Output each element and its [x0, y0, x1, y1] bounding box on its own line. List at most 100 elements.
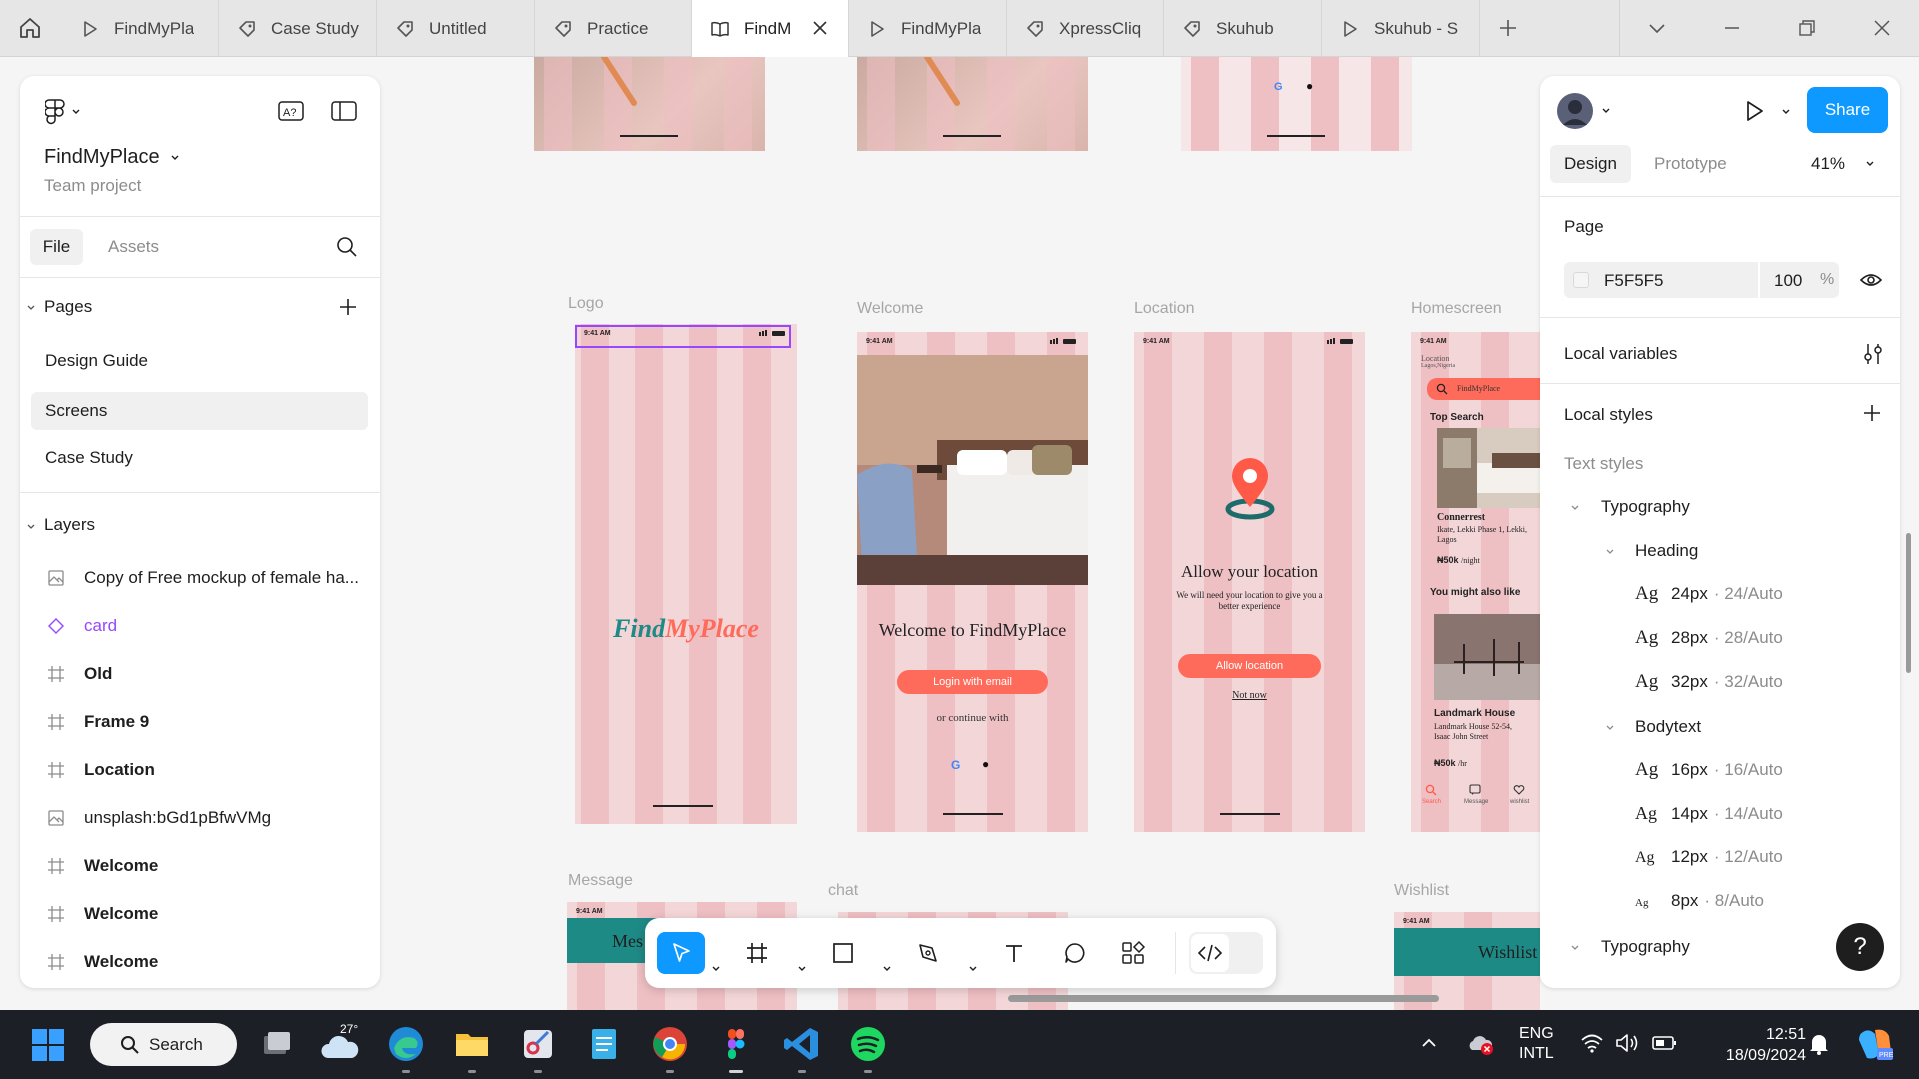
layer-row[interactable]: Old	[20, 650, 380, 698]
window-close-icon[interactable]	[1869, 15, 1895, 41]
figma-app-icon[interactable]	[716, 1024, 756, 1064]
frame-label-logo[interactable]: Logo	[568, 295, 604, 313]
typography-group-2[interactable]: Typography	[1601, 937, 1690, 957]
frame-top-2[interactable]	[857, 57, 1088, 151]
page-item-design-guide[interactable]: Design Guide	[31, 342, 368, 380]
page-item-case-study[interactable]: Case Study	[31, 439, 368, 477]
shape-tool-button[interactable]	[825, 932, 861, 974]
tab-assets[interactable]: Assets	[108, 229, 159, 265]
page-color-hex[interactable]: F5F5F5	[1604, 271, 1664, 291]
spotify-icon[interactable]	[848, 1024, 888, 1064]
layer-row[interactable]: Welcome	[20, 842, 380, 890]
frame-welcome[interactable]: 9:41 AM Welcome to FindMyPlace Login wit…	[857, 332, 1088, 832]
text-style-body-8[interactable]: Ag 8px · 8/Auto	[1635, 891, 1764, 911]
add-style-plus-icon[interactable]	[1862, 403, 1882, 423]
horizontal-scrollbar[interactable]	[1008, 995, 1439, 1002]
vscode-icon[interactable]	[782, 1024, 822, 1064]
layer-row[interactable]: Welcome	[20, 938, 380, 986]
page-item-screens[interactable]: Screens	[31, 392, 368, 430]
ui3-ai-icon[interactable]: A?	[278, 99, 304, 123]
chevron-down-icon[interactable]	[1570, 943, 1580, 953]
close-icon[interactable]	[810, 18, 830, 38]
tab-practice[interactable]: Practice	[535, 0, 692, 57]
system-tray-chevron-up-icon[interactable]	[1420, 1036, 1438, 1050]
volume-icon[interactable]	[1614, 1032, 1640, 1054]
frame-top-1[interactable]	[534, 57, 765, 151]
tab-untitled[interactable]: Untitled	[377, 0, 535, 57]
tab-xpresscliq[interactable]: XpressCliq	[1007, 0, 1164, 57]
text-style-body-16[interactable]: Ag 16px · 16/Auto	[1635, 759, 1783, 781]
page-color-field[interactable]: F5F5F5 100 %	[1564, 262, 1839, 298]
tab-skuhub-prototype[interactable]: Skuhub - S	[1322, 0, 1480, 57]
frame-logo[interactable]: 9:41 AM FindMyPlace	[575, 324, 797, 824]
present-options-chevron-icon[interactable]	[1781, 107, 1791, 117]
frame-tool-button[interactable]	[739, 932, 775, 974]
share-button[interactable]: Share	[1807, 87, 1888, 133]
onedrive-error-icon[interactable]	[1468, 1032, 1494, 1056]
text-style-body-14[interactable]: Ag 14px · 14/Auto	[1635, 803, 1783, 824]
page-color-swatch[interactable]	[1573, 272, 1589, 288]
restore-icon[interactable]	[1794, 15, 1820, 41]
tab-findmyplace-prototype-2[interactable]: FindMyPla	[849, 0, 1007, 57]
login-with-email-button[interactable]: Login with email	[897, 670, 1048, 694]
search-icon[interactable]	[336, 236, 358, 258]
page-opacity-value[interactable]: 100	[1774, 271, 1802, 291]
frame-label-chat[interactable]: chat	[828, 882, 858, 900]
layer-row[interactable]: Location	[20, 746, 380, 794]
nav-search-icon[interactable]	[1425, 784, 1437, 796]
vertical-scrollbar[interactable]	[1906, 533, 1911, 673]
file-explorer-icon[interactable]	[452, 1024, 492, 1064]
text-style-heading-32[interactable]: Ag 32px · 32/Auto	[1635, 671, 1783, 693]
language-indicator[interactable]: ENG INTL	[1519, 1024, 1554, 1064]
main-menu-button[interactable]	[45, 98, 81, 126]
frame-tool-chevron-icon[interactable]	[797, 948, 807, 990]
google-icon[interactable]: G	[951, 758, 960, 772]
tab-skuhub[interactable]: Skuhub	[1164, 0, 1322, 57]
frame-label-homescreen[interactable]: Homescreen	[1411, 300, 1502, 318]
tab-findmyplace-prototype[interactable]: FindMyPla	[62, 0, 219, 57]
layer-row[interactable]: unsplash:bGd1pBfwVMg	[20, 794, 380, 842]
chrome-browser-icon[interactable]	[650, 1024, 690, 1064]
text-tool-button[interactable]	[996, 932, 1032, 974]
frame-label-message[interactable]: Message	[568, 872, 633, 890]
tab-findmyplace-active[interactable]: FindM	[692, 0, 849, 57]
home-search-bar[interactable]: FindMyPlace	[1427, 378, 1540, 400]
layer-row[interactable]: Frame 9	[20, 698, 380, 746]
variables-adjust-icon[interactable]	[1862, 342, 1884, 366]
local-variables[interactable]: Local variables	[1564, 344, 1677, 364]
layer-row[interactable]: card	[20, 602, 380, 650]
notepad-icon[interactable]	[584, 1024, 624, 1064]
taskbar-search-box[interactable]: Search	[90, 1023, 237, 1066]
chevron-down-icon[interactable]	[1605, 547, 1615, 557]
eye-visibility-icon[interactable]	[1859, 270, 1883, 290]
text-style-body-12[interactable]: Ag 12px · 12/Auto	[1635, 847, 1783, 867]
windows-start-icon[interactable]	[31, 1028, 65, 1062]
weather-widget[interactable]: 27°	[320, 1022, 364, 1066]
pages-collapse-chevron-icon[interactable]	[26, 303, 36, 313]
frame-label-wishlist[interactable]: Wishlist	[1394, 882, 1449, 900]
text-style-heading-24[interactable]: Ag 24px · 24/Auto	[1635, 583, 1783, 605]
heading-group[interactable]: Heading	[1635, 541, 1698, 561]
minimize-icon[interactable]	[1719, 15, 1745, 41]
edge-browser-icon[interactable]	[386, 1024, 426, 1064]
battery-icon[interactable]	[1652, 1034, 1678, 1052]
text-style-heading-28[interactable]: Ag 28px · 28/Auto	[1635, 627, 1783, 649]
nav-message-icon[interactable]	[1469, 784, 1481, 796]
frame-top-3[interactable]: G ●	[1181, 57, 1412, 151]
chevron-down-icon[interactable]	[1605, 723, 1615, 733]
move-tool-chevron-icon[interactable]	[711, 948, 721, 990]
allow-location-button[interactable]: Allow location	[1178, 654, 1321, 678]
layers-collapse-chevron-icon[interactable]	[26, 522, 36, 532]
chevron-down-icon[interactable]	[1570, 503, 1580, 513]
tab-case-study[interactable]: Case Study	[219, 0, 377, 57]
not-now-link[interactable]: Not now	[1134, 690, 1365, 701]
toggle-sidebar-icon[interactable]	[331, 100, 357, 122]
wifi-icon[interactable]	[1580, 1032, 1604, 1054]
pen-tool-chevron-icon[interactable]	[968, 948, 978, 990]
frame-label-location[interactable]: Location	[1134, 300, 1195, 318]
add-page-plus-icon[interactable]	[338, 297, 358, 317]
move-tool-button[interactable]	[657, 932, 705, 974]
snipping-tool-icon[interactable]	[518, 1024, 558, 1064]
frame-label-welcome[interactable]: Welcome	[857, 300, 923, 318]
home-icon[interactable]	[17, 15, 43, 41]
